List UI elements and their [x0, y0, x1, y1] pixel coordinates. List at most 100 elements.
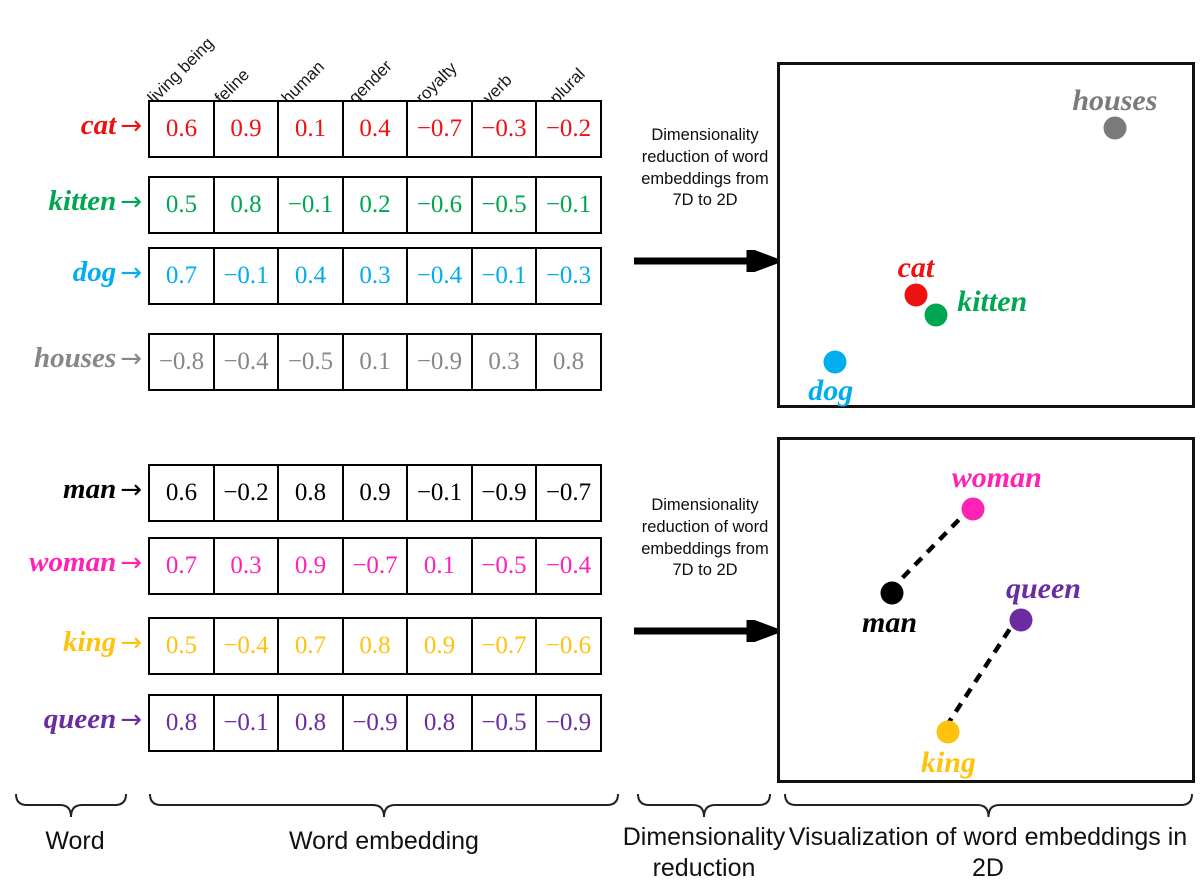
embedding-cell: 0.8 [406, 694, 473, 752]
scatter-label-man: man [862, 605, 918, 639]
embedding-cell: −0.7 [535, 464, 602, 522]
embedding-cell: −0.9 [535, 694, 602, 752]
embedding-cell: 0.9 [406, 617, 473, 675]
row-word: houses [34, 342, 117, 374]
caption-dim-reduction: Dimensionality reduction [622, 823, 786, 882]
embedding-cell: 0.3 [341, 247, 409, 305]
embedding-cell: 0.1 [406, 537, 473, 595]
maps-to-arrow-icon: → [120, 187, 142, 217]
embedding-row-cat: 0.6 0.9 0.1 0.4 −0.7 −0.3 −0.2 [148, 100, 602, 158]
scatter-panel-gender-royalty-2d-projection: woman man queen king [777, 437, 1195, 783]
reduction-note-top: Dimensionality reduction of word embeddi… [641, 126, 769, 210]
embedding-cell: 0.8 [535, 333, 602, 391]
embedding-cell: 0.7 [277, 617, 344, 675]
scatter-label-cat: cat [897, 250, 935, 284]
embedding-cell: 0.1 [341, 333, 409, 391]
scatter-dot-cat [904, 283, 928, 307]
embedding-cell: −0.1 [277, 176, 344, 234]
maps-to-arrow-icon: → [120, 628, 142, 658]
embedding-row-kitten: 0.5 0.8 −0.1 0.2 −0.6 −0.5 −0.1 [148, 176, 602, 234]
embedding-cell: 0.8 [277, 694, 344, 752]
connector-king-queen [944, 615, 1020, 728]
scatter-label-dog: dog [808, 373, 854, 407]
row-label-kitten: kitten → [0, 185, 142, 218]
embedding-cell: −0.6 [406, 176, 473, 234]
row-label-houses: houses → [0, 342, 142, 375]
maps-to-arrow-icon: → [120, 705, 142, 735]
row-label-woman: woman → [0, 546, 142, 579]
scatter-label-kitten: kitten [957, 284, 1028, 318]
embedding-cell: −0.2 [535, 100, 602, 158]
embedding-cell: 0.2 [341, 176, 409, 234]
embedding-cell: 0.9 [277, 537, 344, 595]
embedding-cell: 0.4 [277, 247, 344, 305]
embedding-cell: −0.3 [470, 100, 538, 158]
embedding-cell: 0.8 [148, 694, 215, 752]
caption-word-embedding: Word embedding [289, 827, 479, 855]
embedding-cell: −0.4 [535, 537, 602, 595]
embedding-cell: 0.8 [212, 176, 280, 234]
embedding-cell: −0.2 [212, 464, 280, 522]
embedding-cell: −0.1 [470, 247, 538, 305]
row-label-cat: cat → [0, 109, 142, 142]
row-word: queen [43, 703, 117, 735]
row-word: king [63, 626, 117, 658]
embedding-cell: 0.8 [277, 464, 344, 522]
scatter-dot-dog [823, 350, 847, 374]
embedding-cell: −0.1 [535, 176, 602, 234]
embedding-cell: −0.1 [212, 247, 280, 305]
scatter-dot-man [880, 581, 904, 605]
embedding-cell: 0.8 [341, 617, 409, 675]
embedding-cell: 0.3 [212, 537, 280, 595]
embedding-cell: 0.7 [148, 247, 215, 305]
row-word: man [63, 473, 117, 505]
embedding-cell: 0.6 [148, 464, 215, 522]
scatter-label-king: king [920, 745, 976, 779]
embedding-cell: 0.9 [212, 100, 280, 158]
scatter-panel-animals-2d-projection: houses cat kitten dog [777, 62, 1195, 408]
embedding-cell: −0.4 [406, 247, 473, 305]
scatter-dot-queen [1009, 608, 1033, 632]
embedding-cell: −0.3 [535, 247, 602, 305]
embedding-cell: 0.1 [277, 100, 344, 158]
embedding-cell: −0.7 [341, 537, 409, 595]
embedding-cell: −0.4 [212, 617, 280, 675]
embedding-cell: −0.5 [470, 176, 538, 234]
connector-man-woman [888, 506, 972, 592]
embedding-cell: −0.8 [148, 333, 215, 391]
maps-to-arrow-icon: → [120, 344, 142, 374]
embedding-cell: 0.4 [341, 100, 409, 158]
embedding-cell: −0.9 [406, 333, 473, 391]
scatter-dot-kitten [924, 303, 948, 327]
brace-caption-word-embedding [149, 793, 619, 818]
brace-caption-dim-reduction [637, 793, 771, 818]
maps-to-arrow-icon: → [120, 258, 142, 288]
embedding-cell: −0.7 [406, 100, 473, 158]
caption-word: Word [45, 827, 105, 855]
row-label-queen: queen → [0, 703, 142, 736]
maps-to-arrow-icon: → [120, 475, 142, 505]
reduction-arrow-icon [634, 250, 778, 272]
embedding-cell: −0.6 [535, 617, 602, 675]
embedding-cell: −0.4 [212, 333, 280, 391]
scatter-dot-woman [961, 497, 985, 521]
embedding-cell: 0.3 [470, 333, 538, 391]
embedding-row-man: 0.6 −0.2 0.8 0.9 −0.1 −0.9 −0.7 [148, 464, 602, 522]
scatter-dot-king [936, 720, 960, 744]
reduction-note-bottom: Dimensionality reduction of word embeddi… [641, 496, 769, 580]
embedding-cell: −0.9 [470, 464, 538, 522]
embedding-cell: −0.1 [406, 464, 473, 522]
row-word: cat [80, 109, 117, 141]
row-word: dog [72, 256, 117, 288]
row-label-dog: dog → [0, 256, 142, 289]
embedding-cell: −0.7 [470, 617, 538, 675]
embedding-row-woman: 0.7 0.3 0.9 −0.7 0.1 −0.5 −0.4 [148, 537, 602, 595]
maps-to-arrow-icon: → [120, 548, 142, 578]
embedding-row-dog: 0.7 −0.1 0.4 0.3 −0.4 −0.1 −0.3 [148, 247, 602, 305]
scatter-label-queen: queen [1005, 571, 1081, 605]
scatter-dot-houses [1103, 116, 1127, 140]
scatter-label-houses: houses [1072, 83, 1158, 117]
embedding-cell: 0.5 [148, 617, 215, 675]
brace-caption-word [15, 793, 127, 818]
figure-canvas: living being feline human gender royalty verb… [0, 0, 1200, 896]
